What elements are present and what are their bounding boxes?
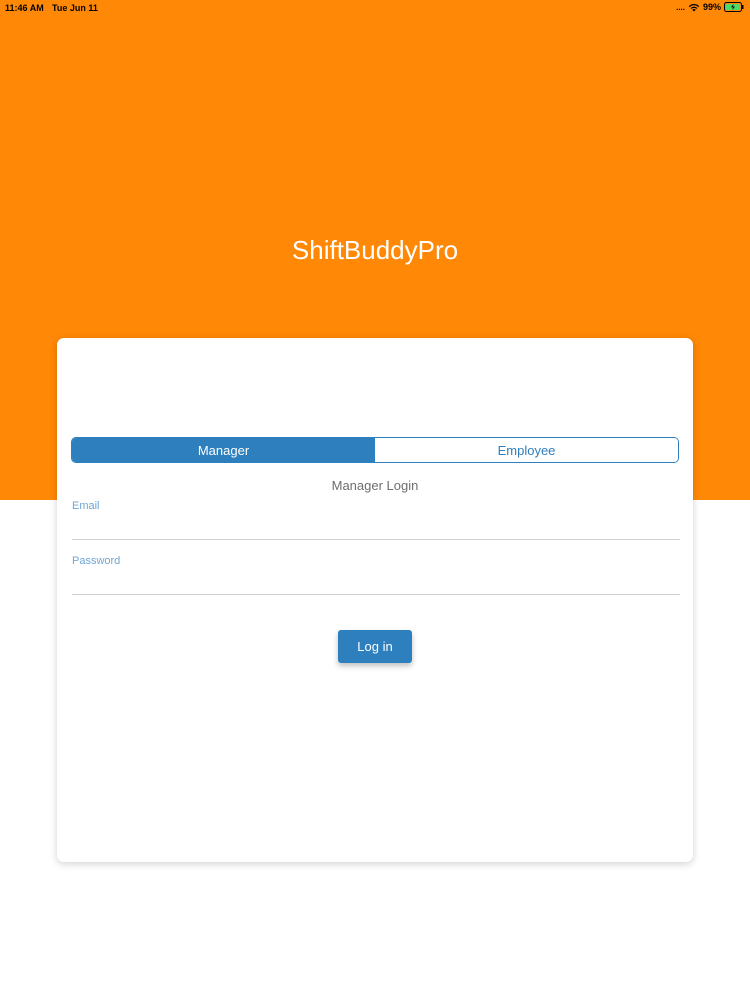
email-label: Email <box>72 500 100 512</box>
password-label: Password <box>72 555 121 567</box>
status-bar: 11:46 AM Tue Jun 11 .... 99% <box>0 0 750 16</box>
status-time: 11:46 AM <box>5 3 44 13</box>
role-segmented-control[interactable]: Manager Employee <box>71 437 679 463</box>
battery-percent: 99% <box>702 2 721 12</box>
status-date: Tue Jun 11 <box>52 3 98 13</box>
battery-charging-icon <box>724 2 744 12</box>
password-input[interactable] <box>72 569 680 591</box>
login-heading: Manager Login <box>331 478 419 493</box>
email-field: Email <box>72 500 680 540</box>
password-field: Password <box>72 555 680 595</box>
segment-manager[interactable]: Manager <box>72 438 375 462</box>
email-input[interactable] <box>72 514 680 536</box>
app-title: ShiftBuddyPro <box>291 235 459 265</box>
wifi-icon <box>688 3 700 12</box>
login-card: Manager Employee Manager Login Email Pas… <box>57 338 693 862</box>
cellular-signal-icon: .... <box>676 2 685 12</box>
login-button[interactable]: Log in <box>338 630 412 663</box>
segment-employee[interactable]: Employee <box>375 438 678 462</box>
status-indicators: .... 99% <box>676 2 744 12</box>
